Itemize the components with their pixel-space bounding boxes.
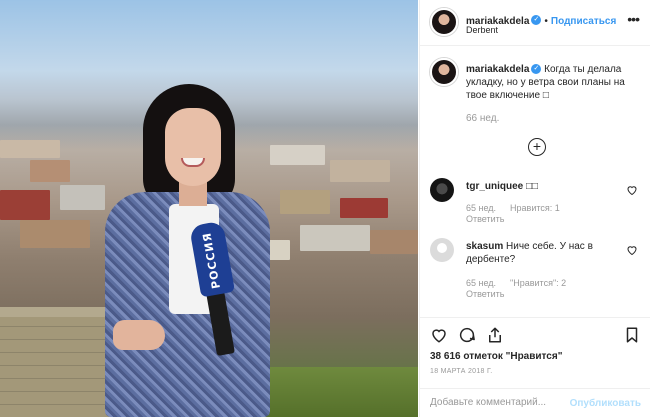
comment-text: skasum Ниче себе. У нас в дербенте?: [466, 240, 616, 266]
comment-time[interactable]: 65 нед.: [466, 278, 496, 288]
load-more-icon[interactable]: +: [528, 138, 546, 156]
comment-meta: 65 нед. "Нравится": 2: [466, 278, 580, 288]
post-date[interactable]: 18 МАРТА 2018 Г.: [430, 368, 492, 375]
comment-input[interactable]: [430, 397, 580, 408]
caption-time[interactable]: 66 нед.: [466, 113, 499, 124]
comment-meta: 65 нед. Нравится: 1: [466, 203, 574, 213]
caption-text: mariakakdela ✓ Когда ты делала укладку, н…: [466, 63, 641, 102]
bookmark-icon[interactable]: [623, 326, 641, 344]
verified-icon: ✓: [531, 14, 542, 25]
comment-time[interactable]: 65 нед.: [466, 203, 496, 213]
comment-username[interactable]: skasum: [466, 241, 503, 252]
comment-item: skasum Ниче себе. У нас в дербенте? 65 н…: [430, 238, 642, 300]
comment-likes[interactable]: "Нравится": 2: [510, 278, 566, 288]
post-side-panel: mariakakdela ✓ • Подписаться Derbent ••• ma…: [419, 0, 650, 417]
post-actions: 38 616 отметок "Нравится" 18 МАРТА 2018 …: [420, 317, 650, 417]
comment-icon[interactable]: [458, 326, 476, 344]
comment-bar: Опубликовать: [420, 388, 650, 417]
comment-text: tgr_uniquee □□: [466, 180, 616, 193]
comment-likes[interactable]: Нравится: 1: [510, 203, 560, 213]
comment-avatar[interactable]: [430, 178, 454, 202]
post-location[interactable]: Derbent: [466, 25, 498, 35]
post-header: mariakakdela ✓ • Подписаться Derbent •••: [420, 0, 650, 46]
post-photo[interactable]: РОССИЯ: [0, 0, 418, 417]
comment-avatar[interactable]: [430, 238, 454, 262]
caption-avatar[interactable]: [430, 58, 458, 86]
reply-button[interactable]: Ответить: [466, 214, 504, 224]
publish-button[interactable]: Опубликовать: [570, 398, 641, 409]
heart-icon[interactable]: [626, 184, 638, 196]
reply-button[interactable]: Ответить: [466, 289, 504, 299]
reporter-figure: РОССИЯ: [95, 80, 275, 417]
heart-icon[interactable]: [430, 326, 448, 344]
comment-body: □□: [526, 181, 539, 192]
comment-item: tgr_uniquee □□ 65 нед. Нравится: 1 Ответи…: [430, 178, 642, 228]
follow-button[interactable]: Подписаться: [551, 16, 616, 27]
likes-count[interactable]: 38 616 отметок "Нравится": [430, 351, 562, 362]
separator-dot: •: [544, 16, 548, 27]
heart-icon[interactable]: [626, 244, 638, 256]
comment-username[interactable]: tgr_uniquee: [466, 181, 523, 192]
author-avatar[interactable]: [430, 8, 458, 36]
verified-icon: ✓: [531, 64, 542, 75]
more-icon[interactable]: •••: [627, 11, 640, 27]
caption-username[interactable]: mariakakdela: [466, 64, 529, 75]
share-icon[interactable]: [486, 326, 504, 344]
